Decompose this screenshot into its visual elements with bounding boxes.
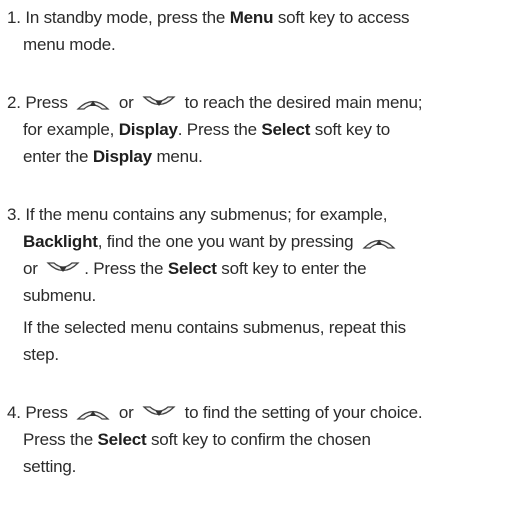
key-label-select: Select	[167, 259, 217, 278]
step-number: 2.	[7, 93, 21, 112]
step-number: 1.	[7, 8, 21, 27]
nav-up-key-icon	[76, 405, 110, 421]
step-text: for example,	[23, 120, 115, 139]
step-text: In standby mode, press the	[25, 8, 226, 27]
step-text: or	[118, 93, 134, 112]
menu-label-display: Display	[92, 147, 152, 166]
note: If the selected menu contains submenus, …	[23, 314, 508, 368]
step-number: 3.	[7, 205, 21, 224]
instruction-page: 1. In standby mode, press the Menu soft …	[0, 0, 523, 507]
key-label-select: Select	[261, 120, 311, 139]
key-label-select: Select	[97, 430, 147, 449]
step-3: 3. If the menu contains any submenus; fo…	[7, 201, 512, 309]
step-text: setting.	[23, 457, 77, 476]
nav-up-key-icon	[362, 234, 396, 250]
step-text: soft key to enter the	[221, 259, 367, 278]
step-text: to reach the desired main menu;	[184, 93, 423, 112]
key-label-menu: Menu	[229, 8, 274, 27]
step-text: If the menu contains any submenus; for e…	[25, 205, 388, 224]
step-text: , find the one you want by pressing	[97, 232, 354, 251]
step-text: . Press the	[84, 259, 164, 278]
note-text: If the selected menu contains submenus, …	[23, 318, 406, 337]
step-text: Press the	[23, 430, 94, 449]
step-text: to find the setting of your choice.	[184, 403, 423, 422]
nav-down-key-icon	[142, 405, 176, 421]
step-text: menu.	[156, 147, 203, 166]
step-text: or	[118, 403, 134, 422]
step-text: soft key to	[314, 120, 391, 139]
nav-up-key-icon	[76, 95, 110, 111]
nav-down-key-icon	[142, 95, 176, 111]
step-text: menu mode.	[23, 35, 116, 54]
step-text: enter the	[23, 147, 89, 166]
step-text: submenu.	[23, 286, 97, 305]
step-text: Press	[25, 93, 68, 112]
step-text: . Press the	[177, 120, 257, 139]
step-text: soft key to confirm the chosen	[150, 430, 371, 449]
step-text: soft key to access	[277, 8, 410, 27]
step-4: 4. Press or to find the setting of your …	[7, 399, 512, 480]
step-2: 2. Press or to reach the desired main me…	[7, 89, 512, 170]
menu-label-backlight: Backlight	[23, 232, 98, 251]
nav-down-key-icon	[46, 261, 80, 277]
step-number: 4.	[7, 403, 21, 422]
menu-label-display: Display	[118, 120, 178, 139]
step-text: Press	[25, 403, 68, 422]
note-text: step.	[23, 345, 59, 364]
step-1: 1. In standby mode, press the Menu soft …	[7, 4, 512, 58]
step-text: or	[23, 259, 38, 278]
